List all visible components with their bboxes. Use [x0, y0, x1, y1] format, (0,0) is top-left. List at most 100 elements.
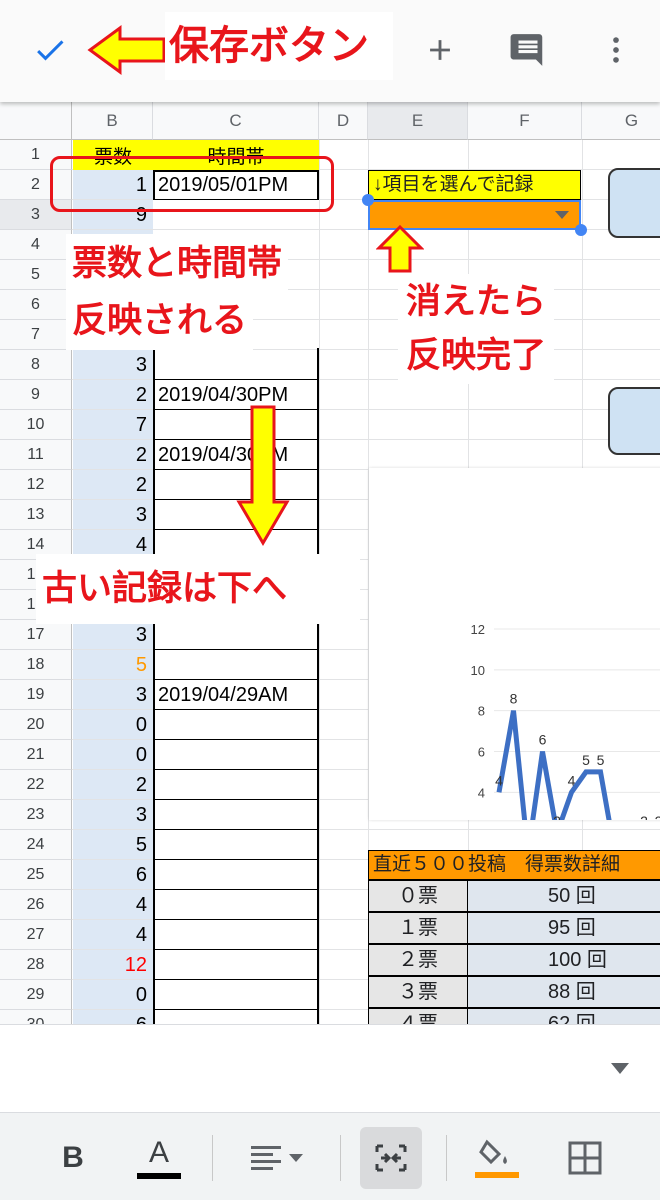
- votes-cell[interactable]: 3: [73, 680, 153, 709]
- formula-bar[interactable]: [0, 1024, 660, 1112]
- row-header[interactable]: 7: [0, 320, 72, 350]
- votes-cell[interactable]: 3: [73, 350, 153, 379]
- text-color-label: A: [148, 1136, 169, 1169]
- row-header[interactable]: 18: [0, 650, 72, 680]
- data-label: 4: [495, 772, 503, 788]
- row-header[interactable]: 29: [0, 980, 72, 1010]
- row-header[interactable]: 25: [0, 860, 72, 890]
- data-label: 2: [553, 813, 561, 820]
- votes-cell[interactable]: 7: [73, 410, 153, 439]
- chevron-down-icon: [555, 211, 569, 219]
- select-all-corner[interactable]: [0, 102, 72, 140]
- row-header[interactable]: 26: [0, 890, 72, 920]
- spreadsheet-grid[interactable]: B C D E F G 1 2 1 2019/05/01PM 3 9 4 5 6 7 8 3 9 2 201…: [0, 102, 660, 1024]
- detail-value-cell[interactable]: 62 回: [468, 1008, 660, 1024]
- row-header[interactable]: 12: [0, 470, 72, 500]
- column-header-b[interactable]: B: [72, 102, 153, 140]
- fill-color-swatch: [475, 1172, 519, 1178]
- votes-cell[interactable]: 4: [73, 890, 153, 919]
- votes-cell[interactable]: 2: [73, 440, 153, 469]
- row-header[interactable]: 24: [0, 830, 72, 860]
- script-button-2[interactable]: [608, 387, 660, 455]
- disappear-callout-line1: 消えたら: [398, 274, 555, 330]
- votes-cell[interactable]: 4: [73, 920, 153, 949]
- votes-cell[interactable]: 0: [73, 980, 153, 1009]
- votes-cell[interactable]: 2: [73, 470, 153, 499]
- detail-label-cell[interactable]: ４票: [368, 1008, 468, 1024]
- votes-cell[interactable]: 3: [73, 500, 153, 529]
- row-header[interactable]: 5: [0, 260, 72, 290]
- detail-value-cell[interactable]: 88 回: [468, 976, 660, 1008]
- selection-handle-top[interactable]: [362, 194, 374, 206]
- votes-cell[interactable]: 3: [73, 800, 153, 829]
- up-arrow-annotation: [376, 224, 424, 273]
- text-color-button[interactable]: A: [128, 1127, 190, 1189]
- fill-color-icon[interactable]: [466, 1127, 528, 1189]
- script-button-1[interactable]: [608, 168, 660, 238]
- series-line: [496, 710, 659, 857]
- old-records-callout: 古い記録は下へ: [36, 554, 360, 624]
- text-color-swatch: [137, 1173, 181, 1179]
- detail-label-cell[interactable]: ０票: [368, 880, 468, 912]
- disappear-callout-line2: 反映完了: [398, 328, 555, 384]
- align-left-icon[interactable]: [240, 1127, 316, 1189]
- votes-cell[interactable]: 0: [73, 710, 153, 739]
- votes-cell[interactable]: 12: [73, 950, 153, 979]
- column-header-e[interactable]: E: [368, 102, 468, 140]
- row-header[interactable]: 21: [0, 740, 72, 770]
- column-header-c[interactable]: C: [153, 102, 319, 140]
- detail-value-cell[interactable]: 50 回: [468, 880, 660, 912]
- row-header[interactable]: 6: [0, 290, 72, 320]
- column-header-f[interactable]: F: [468, 102, 582, 140]
- votes-cell[interactable]: 3: [73, 620, 153, 649]
- data-label: 6: [539, 732, 547, 748]
- row-header[interactable]: 9: [0, 380, 72, 410]
- data-label: 4: [568, 772, 576, 788]
- row-header[interactable]: 20: [0, 710, 72, 740]
- detail-label-cell[interactable]: ２票: [368, 944, 468, 976]
- check-icon[interactable]: [20, 20, 80, 80]
- detail-value-cell[interactable]: 100 回: [468, 944, 660, 976]
- separator: [340, 1135, 341, 1181]
- more-vert-icon[interactable]: [586, 20, 646, 80]
- chart-container[interactable]: 024681012481624551122: [369, 468, 660, 882]
- votes-cell[interactable]: 0: [73, 740, 153, 769]
- column-header-g[interactable]: G: [582, 102, 660, 140]
- votes-cell[interactable]: 6: [73, 860, 153, 889]
- votes-cell[interactable]: 5: [73, 650, 153, 679]
- detail-table-title[interactable]: 直近５００投稿 得票数詳細: [368, 850, 660, 880]
- borders-icon[interactable]: [554, 1127, 616, 1189]
- row-header[interactable]: 4: [0, 230, 72, 260]
- separator: [212, 1135, 213, 1181]
- row-header[interactable]: 23: [0, 800, 72, 830]
- plus-icon[interactable]: [410, 20, 470, 80]
- detail-label-cell[interactable]: ３票: [368, 976, 468, 1008]
- data-label: 2: [640, 813, 648, 820]
- y-tick-label: 4: [478, 785, 485, 800]
- detail-value-cell[interactable]: 95 回: [468, 912, 660, 944]
- row-header[interactable]: 17: [0, 620, 72, 650]
- dropdown-arrow-icon[interactable]: [611, 1063, 629, 1074]
- column-header-d[interactable]: D: [319, 102, 368, 140]
- row-header[interactable]: 10: [0, 410, 72, 440]
- votes-cell[interactable]: 5: [73, 830, 153, 859]
- row-header[interactable]: 27: [0, 920, 72, 950]
- row-header[interactable]: 30: [0, 1010, 72, 1024]
- dropdown-label: ↓項目を選んで記録: [368, 170, 581, 200]
- votes-cell[interactable]: 6: [73, 1010, 153, 1024]
- row-header[interactable]: 28: [0, 950, 72, 980]
- row-header[interactable]: 11: [0, 440, 72, 470]
- row-header[interactable]: 22: [0, 770, 72, 800]
- detail-label-cell[interactable]: １票: [368, 912, 468, 944]
- selection-handle-bottom[interactable]: [575, 224, 587, 236]
- votes-cell[interactable]: 2: [73, 380, 153, 409]
- row-header[interactable]: 19: [0, 680, 72, 710]
- votes-time-callout-line2: 反映される: [66, 292, 254, 350]
- comment-icon[interactable]: [498, 20, 558, 80]
- bold-button[interactable]: B: [42, 1127, 104, 1189]
- row-header[interactable]: 13: [0, 500, 72, 530]
- y-tick-label: 10: [471, 663, 485, 678]
- text-wrap-icon[interactable]: [360, 1127, 422, 1189]
- votes-cell[interactable]: 2: [73, 770, 153, 799]
- row-header[interactable]: 8: [0, 350, 72, 380]
